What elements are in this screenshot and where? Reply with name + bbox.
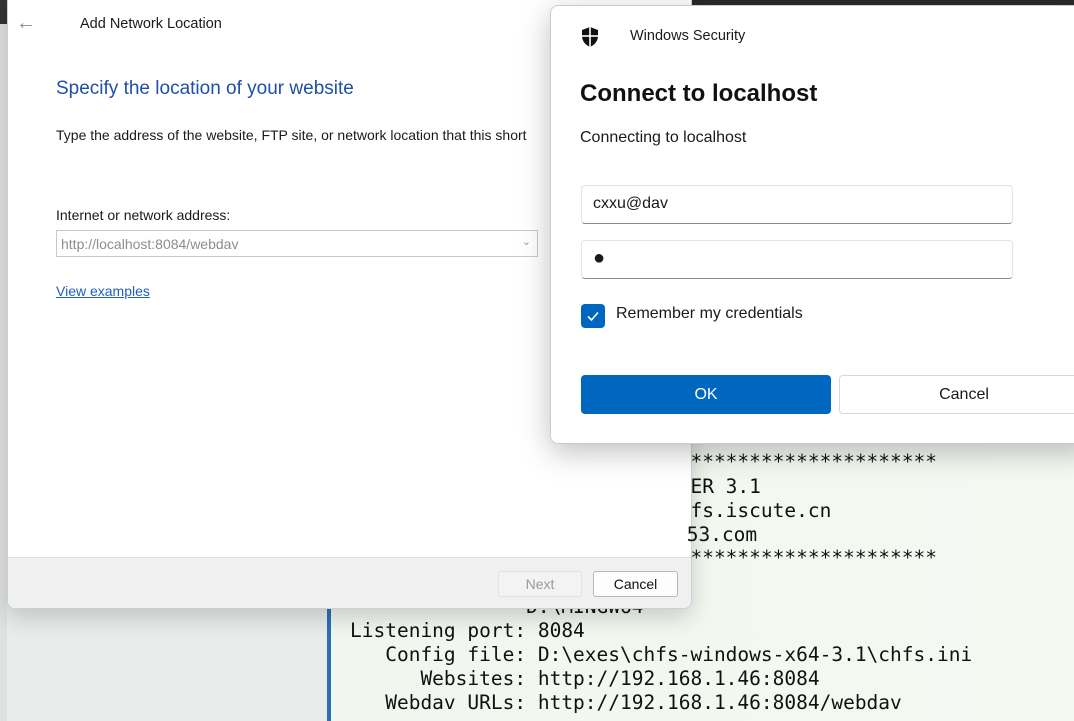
terminal-line: Webdav URLs: http://192.168.1.46:8084/we… — [350, 691, 902, 714]
address-label: Internet or network address: — [56, 207, 231, 223]
shield-icon — [582, 27, 598, 47]
description: Type the address of the website, FTP sit… — [56, 127, 527, 143]
ok-button[interactable]: OK — [581, 375, 831, 414]
windows-security-dialog: Windows Security Connect to localhost Co… — [550, 5, 1074, 444]
terminal-line: 53.com — [358, 523, 758, 546]
view-examples-link[interactable]: View examples — [56, 283, 150, 299]
cancel-button[interactable]: Cancel — [839, 375, 1074, 414]
username-field[interactable]: cxxu@dav — [581, 185, 1013, 224]
page-heading: Specify the location of your website — [56, 78, 354, 99]
dialog-heading: Connect to localhost — [580, 80, 818, 107]
background-window-edge — [0, 0, 7, 721]
remember-credentials-label[interactable]: Remember my credentials — [616, 305, 803, 323]
remember-credentials-checkbox[interactable] — [581, 304, 605, 328]
chevron-down-icon[interactable]: ⌄ — [522, 235, 531, 248]
address-value: http://localhost:8084/webdav — [61, 236, 239, 252]
dialog-subtitle: Connecting to localhost — [580, 129, 747, 146]
dialog-footer: Next Cancel — [8, 557, 691, 608]
next-button[interactable]: Next — [498, 571, 582, 597]
terminal-line: Listening port: 8084 — [350, 619, 585, 642]
password-field[interactable]: ● — [581, 240, 1013, 279]
address-combobox[interactable]: http://localhost:8084/webdav ⌄ — [56, 230, 538, 257]
terminal-line: Config file: D:\exes\chfs-windows-x64-3.… — [350, 643, 973, 666]
app-name: Windows Security — [630, 28, 746, 44]
back-arrow-icon[interactable]: ← — [16, 12, 36, 35]
cancel-button[interactable]: Cancel — [593, 571, 678, 597]
dialog-title: Add Network Location — [80, 16, 222, 32]
terminal-line: Websites: http://192.168.1.46:8084 — [350, 667, 820, 690]
checkmark-icon — [587, 311, 599, 322]
